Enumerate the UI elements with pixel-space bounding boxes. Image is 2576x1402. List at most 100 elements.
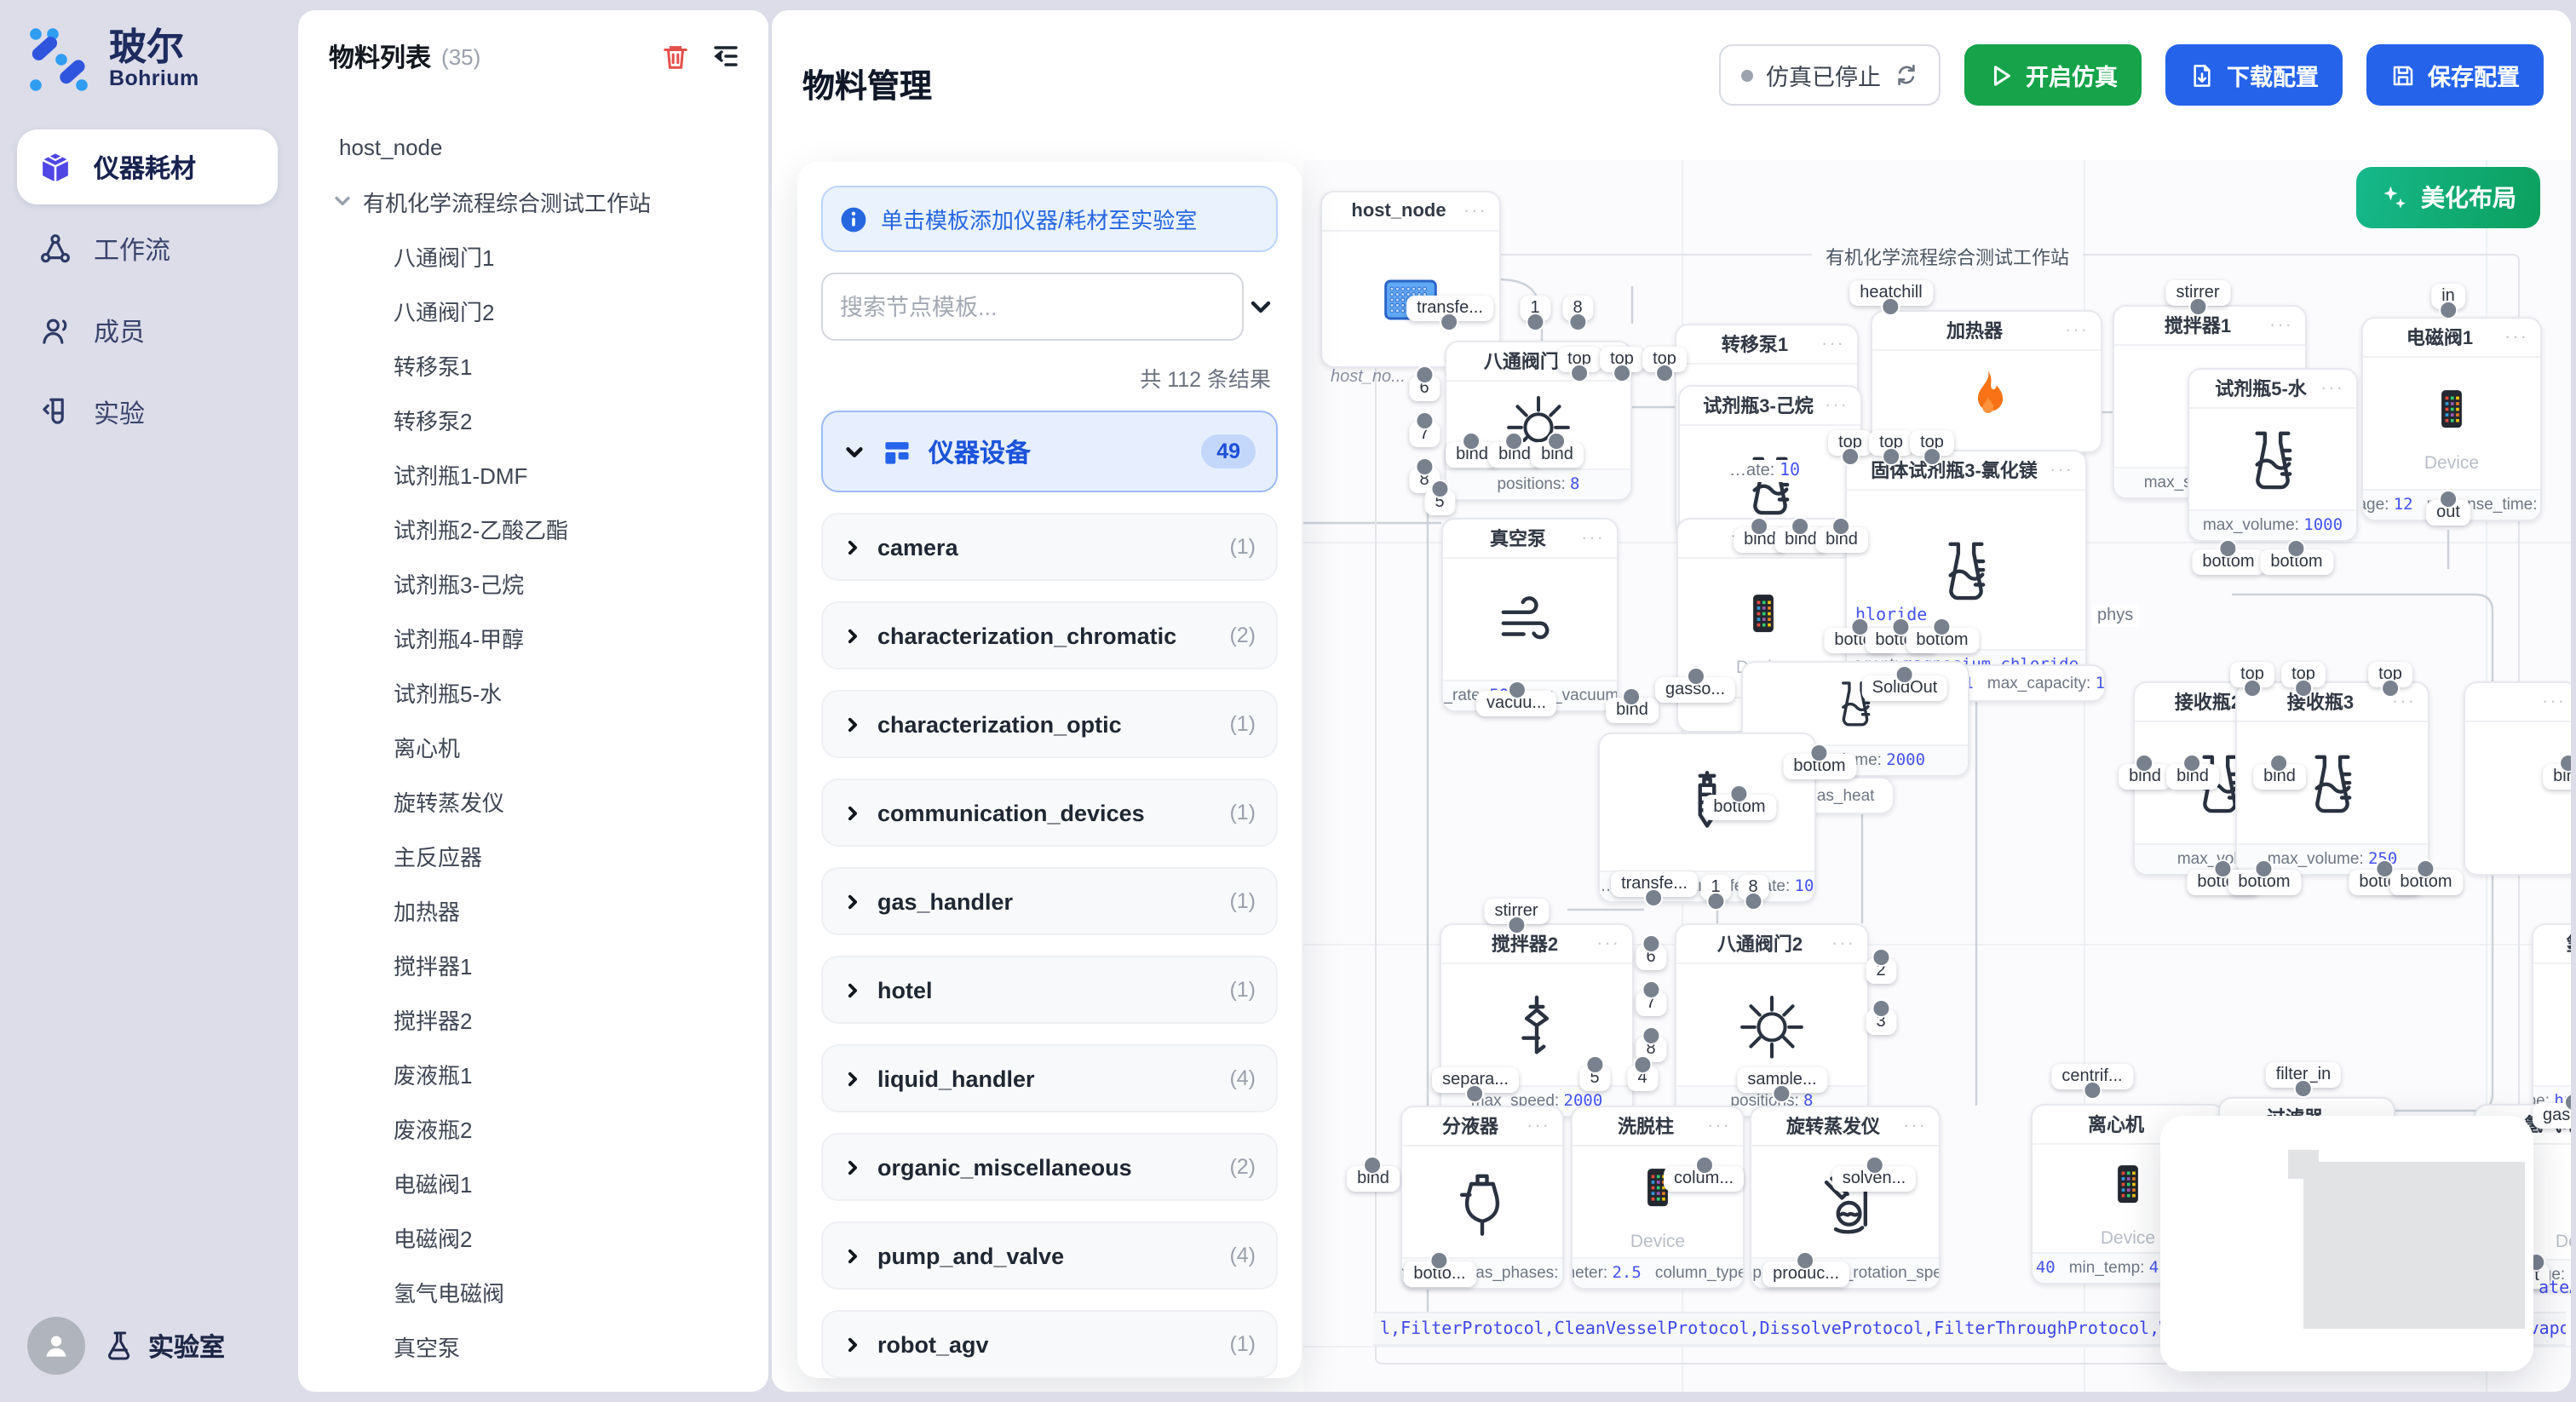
- port-bind[interactable]: bind: [1815, 527, 1868, 553]
- port-dot-icon[interactable]: [1791, 517, 1810, 536]
- port-dot-icon[interactable]: [1773, 1084, 1791, 1103]
- node-menu-icon[interactable]: ···: [1825, 395, 1849, 416]
- port-botto-[interactable]: botto...: [1403, 1261, 1475, 1287]
- port-dot-icon[interactable]: [1841, 447, 1860, 466]
- port-dot-icon[interactable]: [1415, 365, 1434, 384]
- port-bind[interactable]: bind: [2166, 764, 2219, 790]
- tree-item[interactable]: 离心机: [298, 719, 768, 773]
- start-simulation-button[interactable]: 开启仿真: [1964, 44, 2142, 106]
- port-top[interactable]: top: [1910, 430, 1954, 456]
- beautify-layout-button[interactable]: 美化布局: [2356, 167, 2540, 228]
- port-bottom[interactable]: bottom: [2192, 549, 2264, 575]
- tree-item[interactable]: 电磁阀2: [298, 1210, 768, 1264]
- port-top[interactable]: top: [1828, 430, 1872, 456]
- port-dot-icon[interactable]: [1895, 665, 1914, 684]
- tree-item[interactable]: 试剂瓶4-甲醇: [298, 610, 768, 664]
- port-bind[interactable]: bind: [2253, 764, 2306, 790]
- port-colum-[interactable]: colum...: [1664, 1166, 1744, 1192]
- canvas-node-h2-gas-source[interactable]: 氢气气源···Device_type: hydrogenmax_pre…: [2532, 923, 2571, 1118]
- port-dot-icon[interactable]: [1810, 744, 1829, 762]
- port-transfe-[interactable]: transfe...: [1611, 871, 1698, 897]
- category-item-communication_devices[interactable]: communication_devices(1): [821, 779, 1278, 847]
- tree-item[interactable]: 试剂瓶5-水: [298, 664, 768, 719]
- tree-item[interactable]: 废液瓶2: [298, 1100, 768, 1155]
- category-item-camera[interactable]: camera(1): [821, 513, 1278, 581]
- tree-item[interactable]: 氢气电磁阀: [298, 1264, 768, 1319]
- port-dot-icon[interactable]: [1440, 313, 1459, 331]
- tree-item[interactable]: 试剂瓶3-己烷: [298, 555, 768, 610]
- port-dot-icon[interactable]: [1923, 447, 1941, 466]
- tree-item[interactable]: host_node: [298, 119, 768, 174]
- sidebar-item-members[interactable]: 成员: [17, 293, 278, 368]
- node-menu-icon[interactable]: ···: [2504, 327, 2528, 348]
- avatar[interactable]: [27, 1317, 85, 1375]
- port-gasso-[interactable]: gasso...: [2533, 1103, 2571, 1129]
- tree-item[interactable]: 有机化学流程综合测试工作站: [298, 174, 768, 228]
- port-dot-icon[interactable]: [2255, 859, 2274, 878]
- port-2[interactable]: 2: [1866, 958, 1895, 984]
- port-dot-icon[interactable]: [1526, 313, 1544, 331]
- port-dot-icon[interactable]: [1744, 892, 1762, 911]
- port-7[interactable]: 7: [1636, 991, 1665, 1016]
- port-stirrer[interactable]: stirrer: [1484, 899, 1548, 924]
- port-dot-icon[interactable]: [2243, 679, 2262, 698]
- tree-item[interactable]: 真空泵: [298, 1319, 768, 1373]
- port-dot-icon[interactable]: [1872, 948, 1890, 967]
- port-bind[interactable]: bind: [2543, 764, 2571, 790]
- port-bottom[interactable]: bottom: [2228, 870, 2300, 895]
- port-dot-icon[interactable]: [1613, 364, 1631, 382]
- port-dot-icon[interactable]: [1706, 892, 1725, 911]
- port-dot-icon[interactable]: [1415, 457, 1434, 476]
- category-item-characterization_optic[interactable]: characterization_optic(1): [821, 690, 1278, 758]
- port-bind[interactable]: bind: [1606, 698, 1659, 723]
- node-menu-icon[interactable]: ···: [2050, 460, 2073, 480]
- port-stirrer[interactable]: stirrer: [2165, 280, 2229, 306]
- save-config-button[interactable]: 保存配置: [2366, 44, 2544, 106]
- port-7[interactable]: 7: [1409, 422, 1439, 447]
- category-item-hotel[interactable]: hotel(1): [821, 956, 1278, 1024]
- port-dot-icon[interactable]: [1882, 447, 1900, 466]
- port-dot-icon[interactable]: [1642, 980, 1660, 999]
- category-item-pump_and_valve[interactable]: pump_and_valve(4): [821, 1221, 1278, 1290]
- category-item-robot_agv[interactable]: robot_agv(1): [821, 1310, 1278, 1378]
- tree-item[interactable]: 搅拌器2: [298, 991, 768, 1046]
- port-dot-icon[interactable]: [1548, 432, 1567, 451]
- node-menu-icon[interactable]: ···: [2320, 378, 2344, 399]
- sidebar-item-workflow[interactable]: 工作流: [17, 211, 278, 286]
- port-solven-[interactable]: solven...: [1832, 1166, 1917, 1192]
- port-dot-icon[interactable]: [2563, 1093, 2571, 1112]
- port-centrif-[interactable]: centrif...: [2051, 1064, 2132, 1089]
- port-top[interactable]: top: [1600, 347, 1644, 372]
- search-input[interactable]: [821, 273, 1244, 341]
- port-top[interactable]: top: [2230, 662, 2274, 687]
- node-menu-icon[interactable]: ···: [1527, 1116, 1550, 1136]
- node-menu-icon[interactable]: ···: [1463, 201, 1487, 221]
- node-menu-icon[interactable]: ···: [1903, 1116, 1927, 1136]
- category-group-instruments[interactable]: 仪器设备 49: [821, 411, 1278, 492]
- refresh-icon[interactable]: [1895, 63, 1918, 87]
- tree-item[interactable]: 转移泵1: [298, 337, 768, 392]
- port-dot-icon[interactable]: [1466, 1084, 1485, 1103]
- node-menu-icon[interactable]: ···: [1596, 934, 1620, 954]
- port-top[interactable]: top: [1557, 347, 1601, 372]
- port-dot-icon[interactable]: [2294, 1079, 2313, 1098]
- port-dot-icon[interactable]: [2219, 539, 2238, 558]
- category-item-organic_miscellaneous[interactable]: organic_miscellaneous(2): [821, 1133, 1278, 1201]
- port-filter-in[interactable]: filter_in: [2266, 1062, 2342, 1088]
- port-dot-icon[interactable]: [1832, 517, 1851, 536]
- node-menu-icon[interactable]: ···: [1831, 934, 1855, 954]
- collapse-panel-icon[interactable]: [707, 37, 745, 75]
- port-dot-icon[interactable]: [2439, 490, 2458, 509]
- node-menu-icon[interactable]: ···: [1821, 334, 1845, 354]
- port-1[interactable]: 1: [1520, 296, 1550, 321]
- node-menu-icon[interactable]: ···: [1581, 528, 1605, 549]
- port-dot-icon[interactable]: [1694, 1156, 1713, 1175]
- port-vacuu-[interactable]: vacuu...: [1476, 691, 1556, 716]
- port-dot-icon[interactable]: [1882, 297, 1900, 316]
- port-6[interactable]: 6: [1409, 376, 1439, 401]
- port-dot-icon[interactable]: [2560, 754, 2571, 773]
- port-dot-icon[interactable]: [1507, 681, 1526, 699]
- sidebar-item-experiment[interactable]: 实验: [17, 375, 278, 450]
- minimap[interactable]: [2160, 1116, 2533, 1371]
- port-8[interactable]: 8: [1562, 296, 1592, 321]
